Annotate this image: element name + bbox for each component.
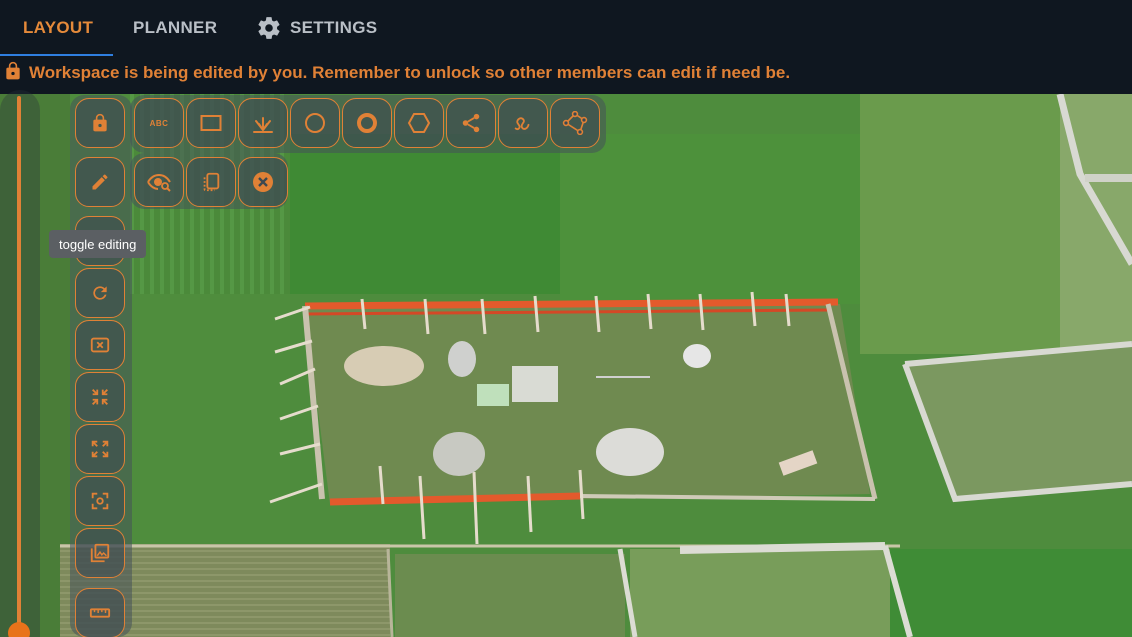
copy-icon <box>200 171 222 193</box>
edit-lock-banner: Workspace is being edited by you. Rememb… <box>0 56 1132 90</box>
hexagon-icon <box>407 111 431 135</box>
visibility-tool-button[interactable] <box>134 157 184 207</box>
rectangle-tool-button[interactable] <box>186 98 236 148</box>
top-nav: LAYOUT PLANNER SETTINGS <box>0 0 1132 56</box>
tab-layout[interactable]: LAYOUT <box>23 0 93 56</box>
freehand-tool-button[interactable] <box>498 98 548 148</box>
tab-planner[interactable]: PLANNER <box>133 0 217 56</box>
polygon-tool-button[interactable] <box>550 98 600 148</box>
image-layers-icon <box>89 542 111 564</box>
ring-tool-button[interactable] <box>342 98 392 148</box>
circle-tool-button[interactable] <box>290 98 340 148</box>
squiggle-icon <box>512 112 534 134</box>
rotate-button[interactable] <box>75 268 125 318</box>
pencil-icon <box>90 172 110 192</box>
circle-icon <box>303 111 327 135</box>
close-circle-icon <box>251 170 275 194</box>
eye-search-icon <box>146 171 172 193</box>
tab-planner-label: PLANNER <box>133 18 218 37</box>
layers-button[interactable] <box>75 528 125 578</box>
tab-layout-label: LAYOUT <box>23 18 94 37</box>
ruler-icon <box>89 602 111 624</box>
focus-button[interactable] <box>75 476 125 526</box>
share-nodes-icon <box>460 112 482 134</box>
text-tool-button[interactable]: ABC <box>134 98 184 148</box>
clear-button[interactable] <box>75 320 125 370</box>
fullscreen-icon <box>89 438 111 460</box>
zoom-slider[interactable] <box>0 90 40 637</box>
clear-box-icon <box>89 334 111 356</box>
connector-tool-button[interactable] <box>446 98 496 148</box>
tab-settings[interactable]: SETTINGS <box>256 0 377 56</box>
explode-tool-button[interactable] <box>238 98 288 148</box>
tab-settings-label: SETTINGS <box>290 18 378 37</box>
edit-button[interactable] <box>75 157 125 207</box>
hexagon-tool-button[interactable] <box>394 98 444 148</box>
zoom-slider-thumb[interactable] <box>8 622 30 637</box>
expand-button[interactable] <box>75 424 125 474</box>
polygon-nodes-icon <box>562 111 588 135</box>
delete-tool-button[interactable] <box>238 157 288 207</box>
duplicate-tool-button[interactable] <box>186 157 236 207</box>
lock-icon <box>90 112 110 134</box>
ring-icon <box>355 111 379 135</box>
toggle-editing-tooltip: toggle editing <box>49 230 147 258</box>
refresh-icon <box>90 283 110 303</box>
zoom-slider-track[interactable] <box>17 96 21 636</box>
lock-icon <box>3 60 23 87</box>
rectangle-icon <box>200 114 222 132</box>
text-tool-label: ABC <box>149 118 169 128</box>
measure-button[interactable] <box>75 588 125 637</box>
fullscreen-exit-icon <box>89 386 111 408</box>
center-focus-icon <box>89 490 111 512</box>
gear-icon <box>256 15 282 41</box>
explosion-icon <box>251 112 275 134</box>
banner-text: Workspace is being edited by you. Rememb… <box>29 63 791 82</box>
lock-button[interactable] <box>75 98 125 148</box>
collapse-button[interactable] <box>75 372 125 422</box>
